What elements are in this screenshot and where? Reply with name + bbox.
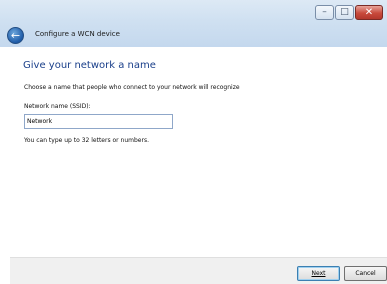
page-description: Choose a name that people who connect to…: [24, 84, 240, 91]
page-heading: Give your network a name: [23, 60, 156, 71]
next-button-label: Next: [311, 270, 326, 277]
ssid-label: Network name (SSID):: [24, 103, 91, 110]
minimize-icon: –: [322, 7, 327, 17]
cancel-button[interactable]: Cancel: [344, 266, 387, 281]
back-arrow-icon[interactable]: ←: [7, 27, 24, 44]
window-title: Configure a WCN device: [35, 30, 120, 38]
wcn-wizard-window: – □ ✕ ← Configure a WCN device Give your…: [0, 0, 387, 284]
ssid-hint: You can type up to 32 letters or numbers…: [24, 137, 149, 144]
ssid-input[interactable]: [24, 114, 173, 129]
title-bar: – □ ✕ ← Configure a WCN device: [0, 0, 387, 47]
window-controls: – □ ✕: [315, 5, 383, 20]
close-icon: ✕: [364, 7, 374, 18]
maximize-icon: □: [340, 7, 349, 17]
maximize-button[interactable]: □: [335, 5, 354, 20]
minimize-button[interactable]: –: [315, 5, 334, 20]
wizard-footer: Next Cancel: [10, 257, 387, 284]
wizard-content: Give your network a name Choose a name t…: [10, 47, 387, 257]
close-button[interactable]: ✕: [355, 5, 383, 20]
next-button[interactable]: Next: [297, 266, 340, 281]
